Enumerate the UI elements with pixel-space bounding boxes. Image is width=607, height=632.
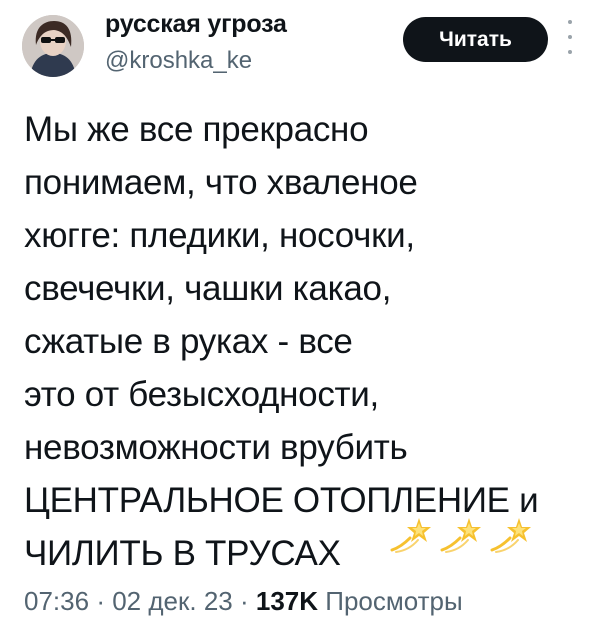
meta-separator: · bbox=[239, 586, 249, 616]
dot bbox=[568, 50, 572, 54]
tweet-date[interactable]: 02 дек. 23 bbox=[112, 586, 233, 616]
dot bbox=[568, 35, 572, 39]
dizzy-icon bbox=[388, 514, 432, 554]
author-handle[interactable]: @kroshka_ke bbox=[105, 47, 252, 75]
dizzy-icon bbox=[488, 514, 532, 554]
tweet-time[interactable]: 07:36 bbox=[24, 586, 89, 616]
tweet-meta: 07:36 · 02 дек. 23 · 137K Просмотры bbox=[24, 586, 463, 617]
tweet-text: Мы же все прекрасно понимаем, что хвалено… bbox=[24, 103, 589, 580]
tweet-line: это от безысходности, bbox=[24, 375, 379, 414]
tweet-line: сжатые в руках - все bbox=[24, 322, 353, 361]
more-options-icon[interactable] bbox=[565, 20, 575, 54]
tweet-header: русская угроза @kroshka_ke Читать bbox=[0, 0, 607, 95]
avatar-image bbox=[22, 15, 84, 77]
tweet-line: невозможности врубить bbox=[24, 428, 408, 467]
meta-separator: · bbox=[96, 586, 105, 616]
author-name[interactable]: русская угроза bbox=[105, 10, 287, 39]
tweet-line: Мы же все прекрасно bbox=[24, 110, 369, 149]
tweet-line: хюгге: пледики, носочки, bbox=[24, 216, 415, 255]
tweet-line: понимаем, что хваленое bbox=[24, 163, 418, 202]
dizzy-icon bbox=[438, 514, 482, 554]
avatar[interactable] bbox=[22, 15, 84, 77]
read-button[interactable]: Читать bbox=[403, 17, 548, 62]
views-count: 137K bbox=[255, 586, 319, 616]
views-label: Просмотры bbox=[325, 586, 463, 616]
tweet-line: свечечки, чашки какао, bbox=[24, 269, 392, 308]
emoji-row bbox=[388, 514, 532, 554]
dot bbox=[568, 20, 572, 24]
